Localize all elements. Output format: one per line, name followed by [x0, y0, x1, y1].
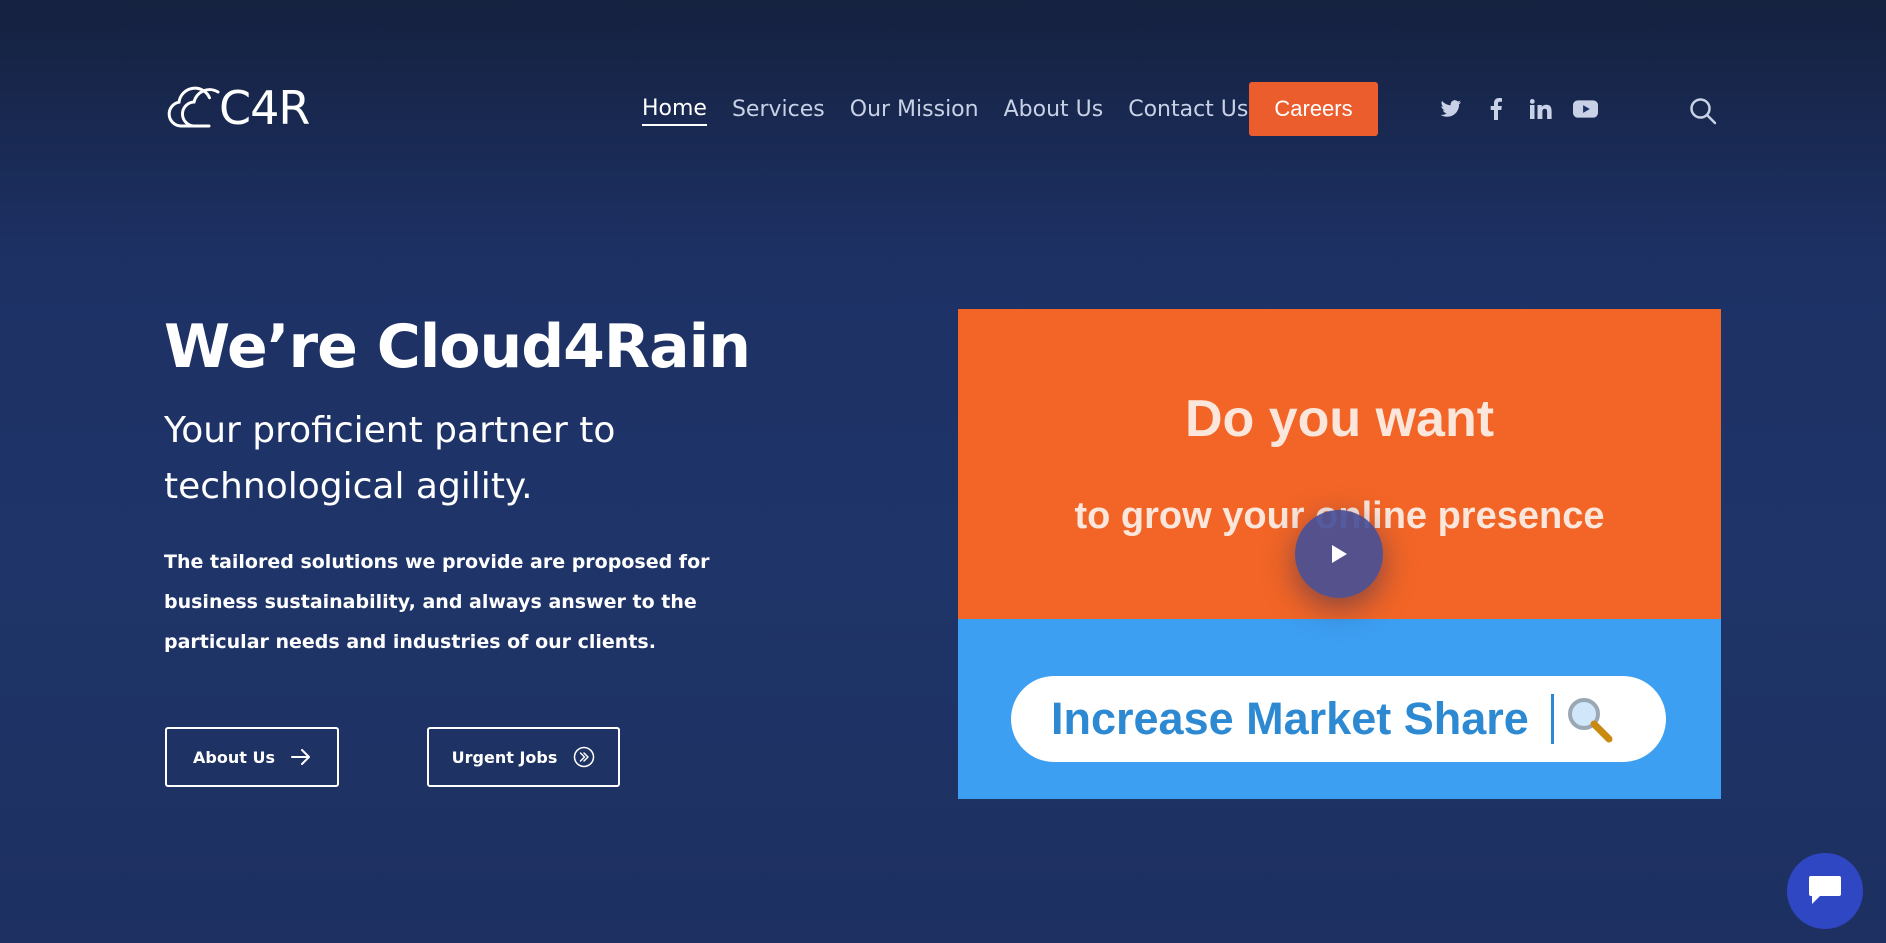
- nav-contact-us[interactable]: Contact Us: [1128, 95, 1248, 125]
- logo-text: C4R: [219, 81, 310, 135]
- magnifier-icon: [1567, 698, 1613, 743]
- urgent-jobs-button-label: Urgent Jobs: [451, 747, 558, 767]
- hero-description: The tailored solutions we provide are pr…: [164, 551, 710, 653]
- nav-about-us[interactable]: About Us: [1004, 95, 1104, 125]
- arrow-right-icon: [290, 749, 310, 765]
- video-search-text: Increase Market Share: [1051, 693, 1529, 744]
- video-headline: Do you want: [1184, 390, 1495, 448]
- play-button[interactable]: [1295, 510, 1383, 598]
- about-us-button-label: About Us: [193, 747, 275, 767]
- linkedin-icon[interactable]: [1528, 96, 1553, 121]
- youtube-icon[interactable]: [1573, 96, 1598, 121]
- main-nav: Home Services Our Mission About Us Conta…: [642, 94, 1273, 126]
- social-links: [1438, 96, 1598, 121]
- twitter-icon[interactable]: [1438, 96, 1463, 121]
- urgent-jobs-button[interactable]: Urgent Jobs: [427, 727, 620, 787]
- nav-services[interactable]: Services: [732, 95, 825, 125]
- double-chevron-circle-icon: [574, 746, 595, 768]
- about-us-button[interactable]: About Us: [165, 727, 339, 787]
- nav-our-mission[interactable]: Our Mission: [850, 95, 979, 125]
- chat-icon: [1809, 876, 1841, 904]
- careers-button[interactable]: Careers: [1249, 82, 1378, 136]
- facebook-icon[interactable]: [1483, 96, 1508, 121]
- hero-title: We’re Cloud4Rain: [164, 312, 751, 382]
- video-search-bar: Increase Market Share: [1011, 676, 1666, 762]
- text-caret: [1550, 694, 1554, 744]
- cloud-logo-icon: [167, 86, 220, 128]
- search-icon[interactable]: [1689, 97, 1717, 125]
- logo[interactable]: C4R: [165, 81, 315, 135]
- nav-home[interactable]: Home: [642, 94, 707, 126]
- hero-subtitle: Your proficient partner to technological…: [164, 410, 616, 507]
- play-icon: [1332, 545, 1347, 563]
- chat-widget-button[interactable]: [1787, 853, 1863, 929]
